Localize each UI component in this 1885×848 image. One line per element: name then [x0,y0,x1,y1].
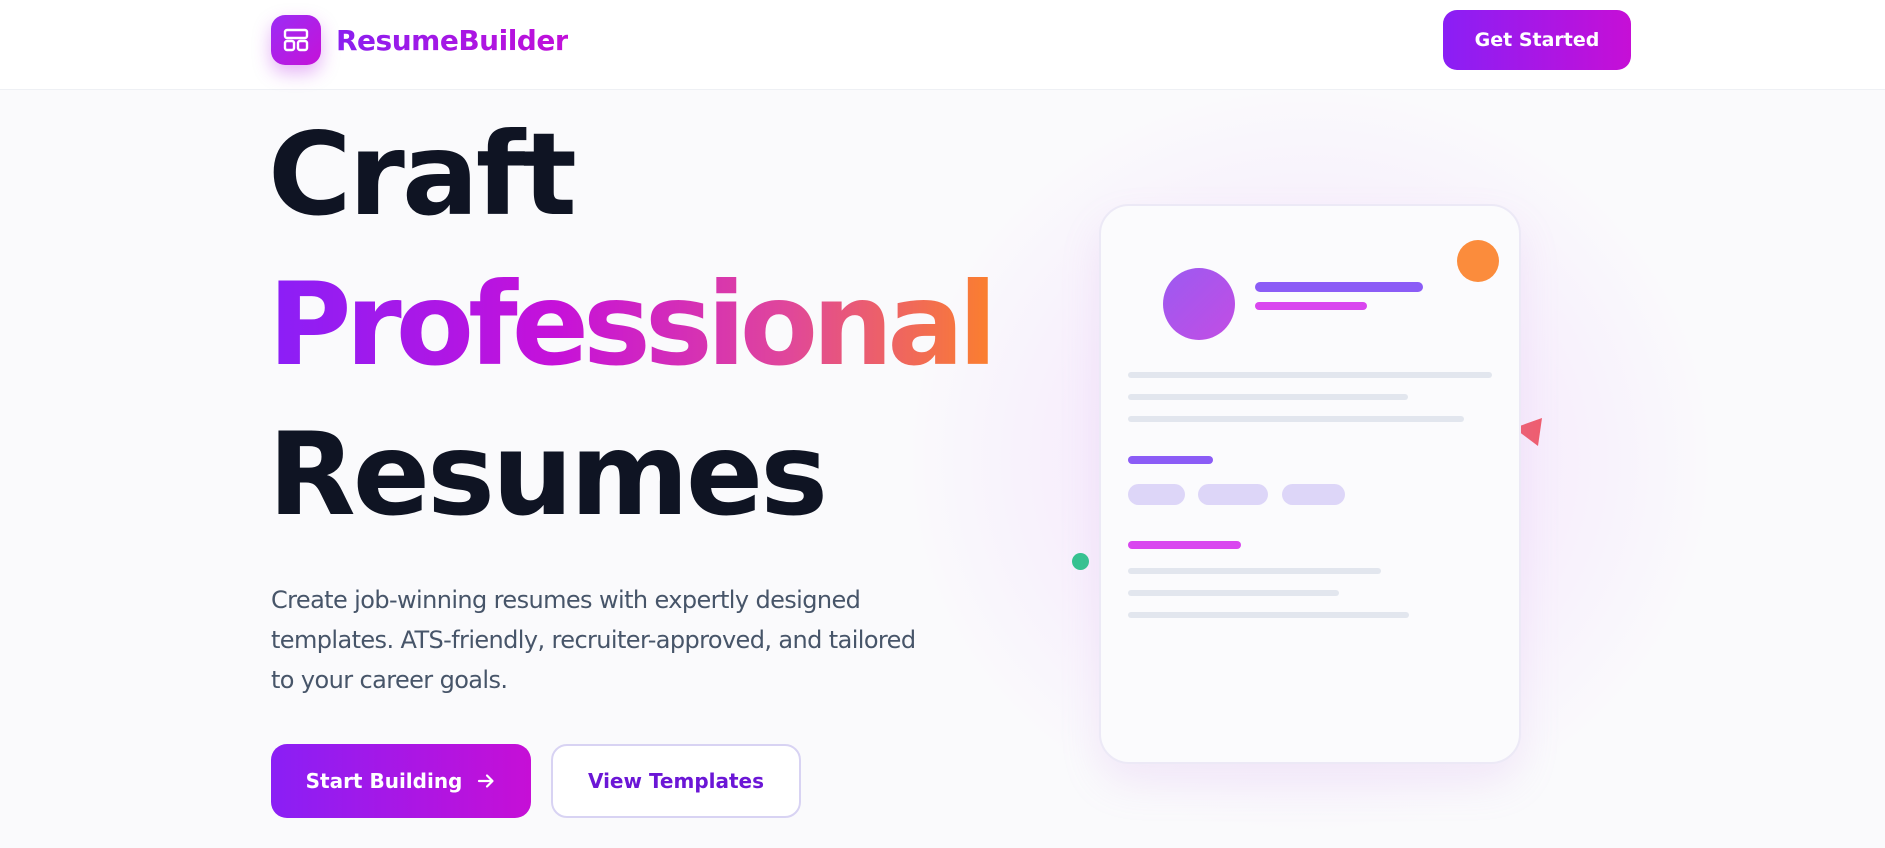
arrow-right-icon [478,774,494,788]
brand-name: ResumeBuilder [336,23,569,57]
resume-skill-tag [1128,484,1185,505]
resume-section-heading [1128,456,1213,464]
resume-skill-tag [1282,484,1345,505]
resume-name-line [1255,282,1423,292]
resume-text-line [1128,590,1339,596]
hero-title: Craft Professional Resumes [268,100,997,550]
hero-title-line-3: Resumes [268,408,828,541]
view-templates-button[interactable]: View Templates [551,744,801,818]
get-started-button[interactable]: Get Started [1443,10,1631,70]
brand-logo[interactable]: ResumeBuilder [271,15,569,65]
resume-title-line [1255,302,1367,310]
hero-title-highlight: Professional [268,250,997,400]
start-building-label: Start Building [305,769,463,793]
resume-avatar-placeholder [1163,268,1235,340]
layout-template-icon [271,15,321,65]
resume-text-line [1128,416,1464,422]
orange-dot-decoration [1457,240,1499,282]
resume-text-line [1128,568,1381,574]
resume-text-line [1128,612,1409,618]
hero-subtitle: Create job-winning resumes with expertly… [271,586,916,694]
start-building-button[interactable]: Start Building [271,744,531,818]
resume-preview-card [1099,204,1521,764]
hero-title-line-1: Craft [268,108,577,241]
green-dot-decoration [1072,553,1089,570]
resume-skill-tag [1198,484,1268,505]
site-header: ResumeBuilder Get Started [0,0,1885,90]
resume-text-line [1128,394,1408,400]
resume-text-line [1128,372,1492,378]
resume-section-heading [1128,541,1241,549]
